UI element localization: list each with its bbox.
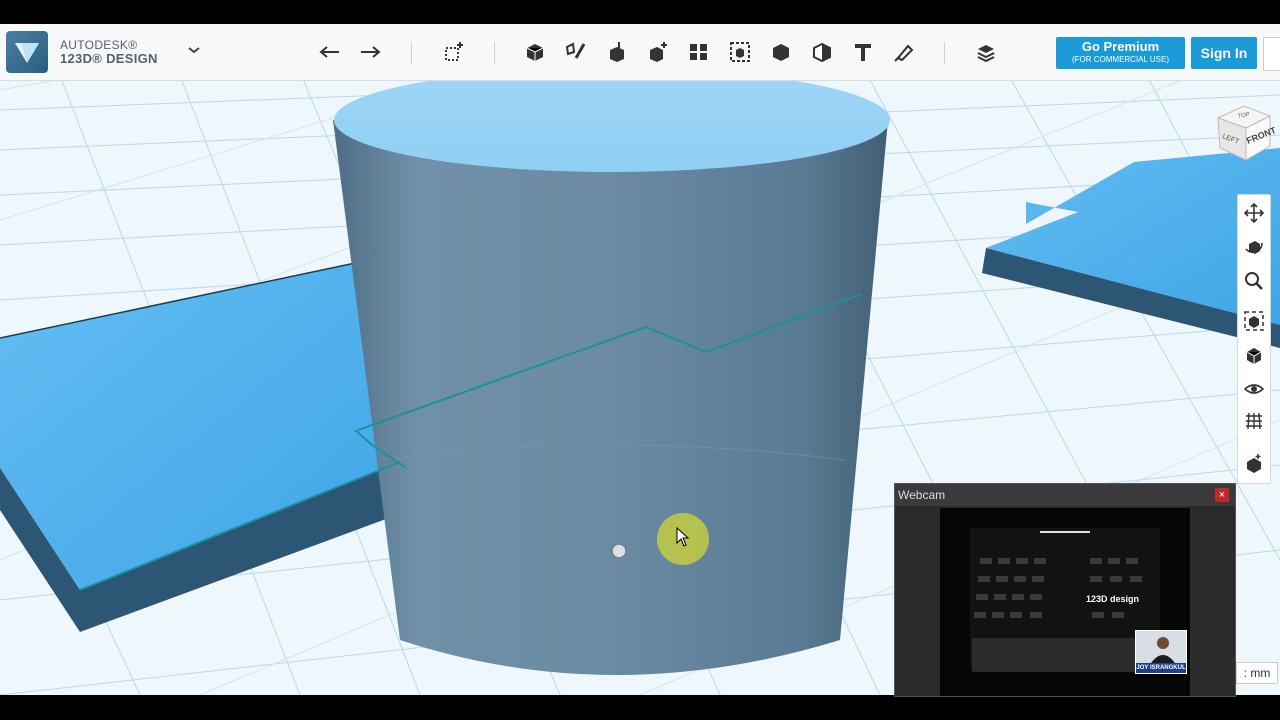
view-cube[interactable]: TOP LEFT FRONT <box>1208 98 1278 168</box>
brand-name: AUTODESK® 123D® DESIGN <box>60 38 158 66</box>
view-mode-icon[interactable] <box>1242 343 1266 367</box>
video-title: 123D design <box>1086 594 1140 604</box>
toolbar-separator <box>411 42 412 64</box>
brand-line2: 123D® DESIGN <box>60 51 158 66</box>
go-premium-button[interactable]: Go Premium (FOR COMMERCIAL USE) <box>1056 37 1185 69</box>
navigation-bar <box>1237 194 1271 484</box>
autodesk-logo <box>6 31 48 73</box>
toolbar-separator <box>944 42 945 64</box>
webcam-titlebar[interactable]: Webcam × <box>895 484 1235 506</box>
grid-icon[interactable] <box>1242 409 1266 433</box>
cylinder[interactable] <box>333 68 890 675</box>
measure-icon[interactable] <box>808 38 836 66</box>
pan-icon[interactable] <box>1242 201 1266 225</box>
webcam-title: Webcam <box>898 488 946 502</box>
brand-line1: AUTODESK® <box>60 38 138 52</box>
toolbar-separator <box>494 42 495 64</box>
presenter-pip: JOY ISRANGKUL <box>1135 630 1187 674</box>
redo-icon[interactable] <box>356 38 384 66</box>
grouping-icon[interactable] <box>726 38 754 66</box>
transform-icon[interactable] <box>440 38 468 66</box>
visibility-icon[interactable] <box>1242 377 1266 401</box>
primitives-icon[interactable] <box>521 38 549 66</box>
main-menu-chevron-icon[interactable] <box>186 42 202 58</box>
mouse-cursor-icon <box>676 527 690 547</box>
webcam-close-button[interactable]: × <box>1215 488 1229 502</box>
construct-icon[interactable] <box>603 38 631 66</box>
material-icon[interactable] <box>972 38 1000 66</box>
account-button[interactable] <box>1263 37 1280 71</box>
zoom-icon[interactable] <box>1242 269 1266 293</box>
presenter-name: JOY ISRANGKUL <box>1136 663 1186 673</box>
webcam-window[interactable]: Webcam × 123D design JOY ISRANGKUL <box>894 483 1236 697</box>
premium-sublabel: (FOR COMMERCIAL USE) <box>1071 55 1170 64</box>
premium-label: Go Premium <box>1081 39 1160 54</box>
pattern-icon[interactable] <box>685 38 713 66</box>
sign-in-button[interactable]: Sign In <box>1191 37 1257 69</box>
units-label[interactable]: : mm <box>1236 662 1278 684</box>
top-toolbar: AUTODESK® 123D® DESIGN Go Premium (FOR C… <box>0 24 1280 81</box>
modify-icon[interactable] <box>644 38 672 66</box>
combine-icon[interactable] <box>767 38 795 66</box>
text-icon[interactable] <box>849 38 877 66</box>
material-visibility-icon[interactable] <box>1242 451 1266 475</box>
orbit-icon[interactable] <box>1242 235 1266 259</box>
grip-point[interactable] <box>611 543 627 559</box>
presenter-avatar <box>1136 631 1186 663</box>
fit-icon[interactable] <box>1242 309 1266 333</box>
webcam-video: 123D design JOY ISRANGKUL <box>940 508 1190 696</box>
snap-icon[interactable] <box>890 38 918 66</box>
sketch-icon[interactable] <box>562 38 590 66</box>
undo-icon[interactable] <box>316 38 344 66</box>
